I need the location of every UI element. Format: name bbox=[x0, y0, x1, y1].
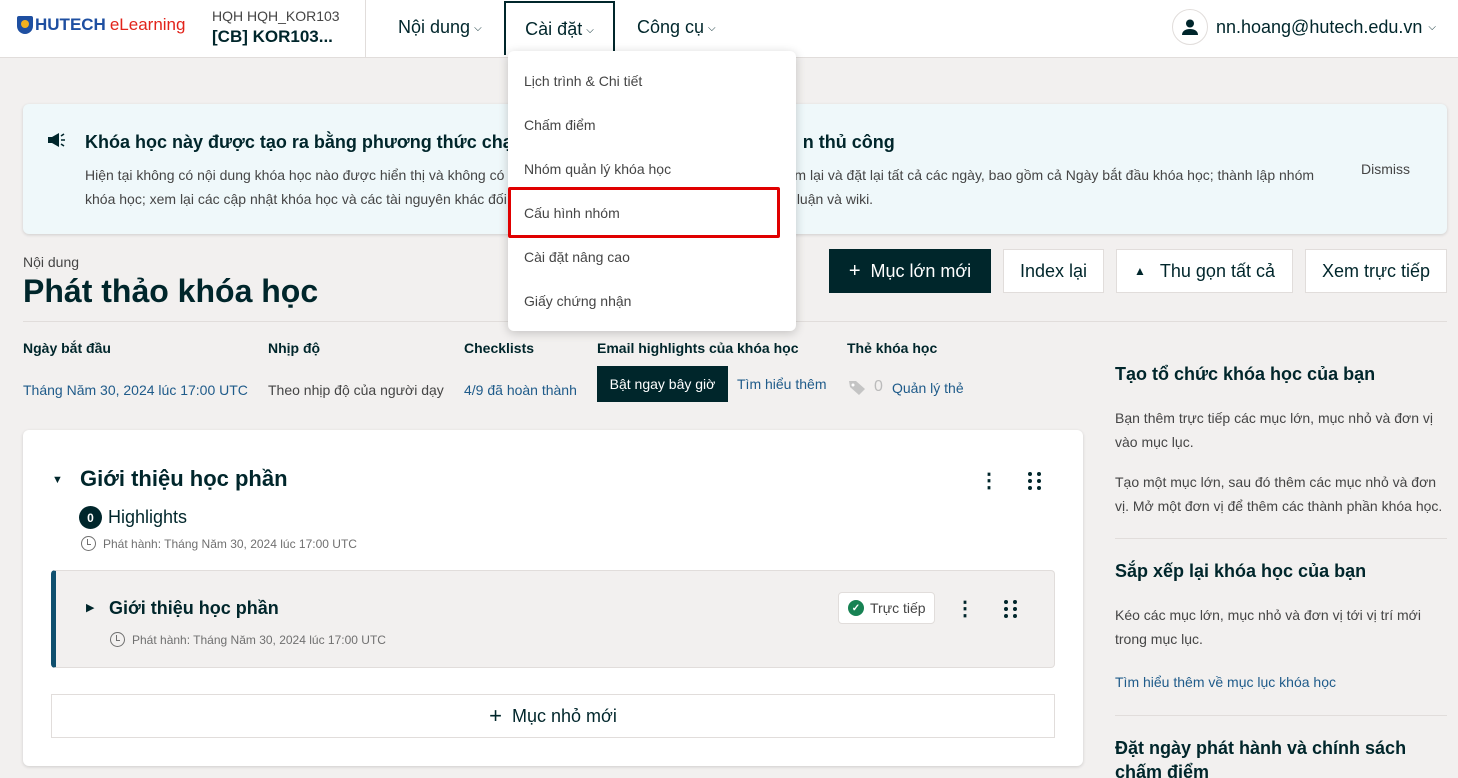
collapse-all-button[interactable]: ▲ Thu gọn tất cả bbox=[1116, 249, 1293, 293]
sidebar-text-3: Kéo các mục lớn, mục nhỏ và đơn vị tới v… bbox=[1115, 607, 1421, 647]
tag-icon bbox=[848, 380, 866, 396]
new-section-label: Mục lớn mới bbox=[870, 260, 972, 281]
brand-main: HUTECH bbox=[35, 15, 106, 34]
section-release: Phát hành: Tháng Năm 30, 2024 lúc 17:00 … bbox=[103, 537, 357, 551]
caret-right-icon[interactable]: ▶ bbox=[86, 601, 94, 614]
chevron-down-icon: ⌵ bbox=[708, 22, 716, 34]
nav-tools[interactable]: Công cụ ⌵ bbox=[637, 0, 716, 54]
new-subsection-label: Mục nhỏ mới bbox=[512, 705, 617, 726]
subsection-kebab-icon[interactable]: ⋮ bbox=[955, 596, 975, 621]
chevron-down-icon: ⌵ bbox=[586, 24, 594, 36]
user-menu[interactable]: nn.hoang@hutech.edu.vn ⌵ bbox=[1171, 9, 1436, 45]
brand-logo[interactable]: HUTECH eLearning bbox=[17, 15, 185, 35]
user-icon bbox=[1171, 9, 1208, 45]
live-status-label: Trực tiếp bbox=[870, 600, 926, 616]
sidebar-text-2: Tạo một mục lớn, sau đó thêm các mục nhỏ… bbox=[1115, 474, 1443, 514]
plus-icon: + bbox=[489, 703, 502, 728]
reindex-label: Index lại bbox=[1019, 260, 1088, 281]
menu-item-schedule[interactable]: Lịch trình & Chi tiết bbox=[524, 73, 642, 89]
new-subsection-button[interactable]: + Mục nhỏ mới bbox=[51, 694, 1055, 738]
brand-sub: eLearning bbox=[109, 15, 186, 34]
highlights-label[interactable]: Highlights bbox=[108, 507, 187, 528]
sidebar-learn-more-link[interactable]: Tìm hiểu thêm về mục lục khóa học bbox=[1115, 674, 1336, 690]
header-divider bbox=[365, 0, 366, 58]
caret-up-icon: ▲ bbox=[1134, 264, 1146, 278]
clock-icon bbox=[110, 632, 125, 647]
settings-dropdown-menu: Lịch trình & Chi tiết Chấm điểm Nhóm quả… bbox=[508, 51, 796, 331]
menu-item-advanced[interactable]: Cài đặt nâng cao bbox=[524, 249, 630, 265]
collapse-all-label: Thu gọn tất cả bbox=[1159, 260, 1275, 281]
drag-handle-icon[interactable] bbox=[1004, 600, 1018, 618]
course-tags-label: Thẻ khóa học bbox=[847, 340, 938, 356]
breadcrumb[interactable]: Nội dung bbox=[23, 254, 79, 270]
nav-settings-label: Cài đặt bbox=[525, 18, 583, 39]
email-highlights-label: Email highlights của khóa học bbox=[597, 340, 799, 356]
subsection-release: Phát hành: Tháng Năm 30, 2024 lúc 17:00 … bbox=[132, 633, 386, 647]
new-section-button[interactable]: + Mục lớn mới bbox=[829, 249, 991, 293]
sidebar-heading-organize: Tạo tổ chức khóa học của bạn bbox=[1115, 364, 1376, 384]
section-title[interactable]: Giới thiệu học phần bbox=[80, 466, 288, 492]
nav-content[interactable]: Nội dung ⌵ bbox=[398, 0, 482, 54]
course-meta: HQH HQH_KOR103 [CB] KOR103... bbox=[212, 8, 340, 47]
sidebar-heading-reorder: Sắp xếp lại khóa học của bạn bbox=[1115, 561, 1367, 581]
live-status-badge: ✓ Trực tiếp bbox=[838, 592, 935, 624]
checklist-label: Checklists bbox=[464, 340, 535, 356]
check-circle-icon: ✓ bbox=[848, 600, 864, 616]
dismiss-button[interactable]: Dismiss bbox=[1361, 161, 1410, 177]
highlight-box bbox=[508, 187, 780, 238]
reindex-button[interactable]: Index lại bbox=[1003, 249, 1104, 293]
highlights-count-badge[interactable]: 0 bbox=[79, 506, 102, 529]
menu-item-certificates[interactable]: Giấy chứng nhận bbox=[524, 293, 631, 309]
megaphone-icon bbox=[47, 131, 67, 154]
page-title: Phát thảo khóa học bbox=[23, 273, 319, 309]
start-date-label: Ngày bắt đầu bbox=[23, 340, 111, 356]
chevron-down-icon: ⌵ bbox=[474, 22, 482, 34]
menu-item-course-team[interactable]: Nhóm quản lý khóa học bbox=[524, 161, 671, 177]
sidebar-divider bbox=[1115, 715, 1447, 716]
start-date-link[interactable]: Tháng Năm 30, 2024 lúc 17:00 UTC bbox=[23, 382, 248, 398]
plus-icon: + bbox=[848, 259, 861, 282]
chevron-down-icon: ⌵ bbox=[1428, 21, 1436, 33]
nav-settings[interactable]: Cài đặt ⌵ bbox=[504, 1, 615, 55]
sidebar-heading-release: Đặt ngày phát hành và chính sách chấm đi… bbox=[1115, 738, 1407, 778]
hutech-logo-icon bbox=[17, 16, 33, 34]
caret-down-icon[interactable]: ▼ bbox=[52, 474, 63, 486]
user-email: nn.hoang@hutech.edu.vn bbox=[1215, 16, 1423, 37]
pacing-value: Theo nhịp độ của người dạy bbox=[268, 382, 444, 398]
subsection-title[interactable]: Giới thiệu học phần bbox=[109, 598, 279, 619]
nav-tools-label: Công cụ bbox=[637, 16, 705, 37]
course-title: [CB] KOR103... bbox=[212, 27, 333, 46]
learn-more-link[interactable]: Tìm hiểu thêm bbox=[737, 376, 826, 392]
menu-item-grading[interactable]: Chấm điểm bbox=[524, 117, 596, 133]
view-live-button[interactable]: Xem trực tiếp bbox=[1305, 249, 1447, 293]
top-header: HUTECH eLearning HQH HQH_KOR103 [CB] KOR… bbox=[0, 0, 1458, 58]
view-live-label: Xem trực tiếp bbox=[1321, 260, 1431, 281]
drag-handle-icon[interactable] bbox=[1028, 472, 1042, 490]
manage-tags-link[interactable]: Quản lý thẻ bbox=[892, 380, 964, 396]
course-org: HQH HQH_KOR103 bbox=[212, 8, 340, 24]
section-kebab-icon[interactable]: ⋮ bbox=[979, 468, 999, 493]
checklist-link[interactable]: 4/9 đã hoàn thành bbox=[464, 382, 577, 398]
nav-content-label: Nội dung bbox=[398, 16, 471, 37]
sidebar-divider bbox=[1115, 538, 1447, 539]
clock-icon bbox=[81, 536, 96, 551]
pacing-label: Nhịp độ bbox=[268, 340, 321, 356]
enable-email-button[interactable]: Bật ngay bây giờ bbox=[597, 366, 728, 402]
tags-count: 0 bbox=[874, 378, 883, 395]
sidebar-text-1: Bạn thêm trực tiếp các mục lớn, mục nhỏ … bbox=[1115, 410, 1433, 450]
